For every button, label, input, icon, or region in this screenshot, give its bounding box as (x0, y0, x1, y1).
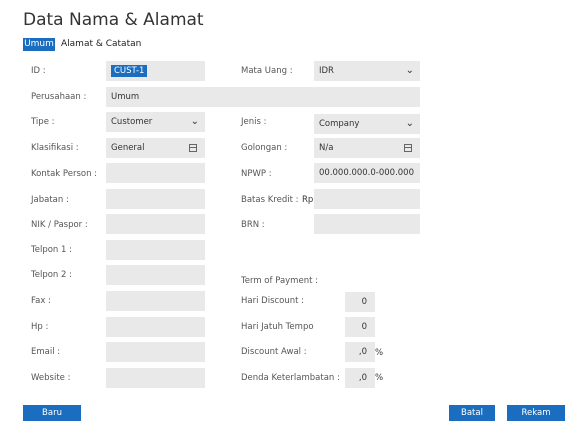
page-title: Data Nama & Alamat (23, 10, 204, 30)
golongan-field[interactable]: N/a (314, 138, 420, 158)
mata-uang-value: IDR (319, 66, 334, 76)
batas-kredit-currency: Rp (302, 195, 314, 205)
perusahaan-field[interactable]: Umum (106, 87, 420, 107)
id-field[interactable]: CUST-1 (106, 61, 205, 81)
rekam-button[interactable]: Rekam (507, 405, 565, 421)
telpon1-field[interactable] (106, 240, 205, 260)
klasifikasi-value: General (111, 143, 145, 153)
email-field[interactable] (106, 342, 205, 362)
jabatan-field[interactable] (106, 189, 205, 209)
hp-label: Hp : (31, 322, 49, 332)
list-lookup-icon[interactable] (189, 144, 197, 152)
telpon1-label: Telpon 1 : (31, 245, 72, 255)
denda-keterlambatan-label: Denda Keterlambatan : (241, 373, 340, 383)
golongan-label: Golongan : (241, 143, 288, 153)
hari-discount-label: Hari Discount : (241, 296, 305, 306)
brn-field[interactable] (314, 214, 420, 234)
discount-awal-label: Discount Awal : (241, 347, 307, 357)
tipe-value: Customer (111, 117, 153, 127)
jenis-select[interactable]: Company ⌄ (314, 114, 420, 134)
batas-kredit-label: Batas Kredit : (241, 195, 299, 205)
tab-umum[interactable]: Umum (23, 38, 55, 51)
denda-percent: % (375, 373, 384, 383)
batal-button[interactable]: Batal (449, 405, 495, 421)
fax-label: Fax : (31, 296, 51, 306)
chevron-down-icon: ⌄ (190, 116, 199, 127)
nik-paspor-label: NIK / Paspor : (31, 220, 88, 230)
jenis-label: Jenis : (241, 117, 267, 127)
nik-paspor-field[interactable] (106, 214, 205, 234)
telpon2-label: Telpon 2 : (31, 270, 72, 280)
discount-awal-percent: % (375, 348, 384, 358)
jenis-value: Company (319, 119, 360, 129)
kontak-person-field[interactable] (106, 163, 205, 183)
tipe-label: Tipe : (31, 117, 55, 127)
term-of-payment-label: Term of Payment : (241, 276, 318, 286)
npwp-label: NPWP : (241, 169, 272, 179)
batas-kredit-field[interactable] (314, 189, 420, 209)
klasifikasi-label: Klasifikasi : (31, 143, 79, 153)
golongan-value: N/a (319, 143, 334, 153)
klasifikasi-field[interactable]: General (106, 138, 205, 158)
mata-uang-select[interactable]: IDR ⌄ (314, 61, 420, 81)
fax-field[interactable] (106, 291, 205, 311)
id-value: CUST-1 (111, 65, 148, 77)
perusahaan-label: Perusahaan : (31, 92, 87, 102)
hp-field[interactable] (106, 317, 205, 337)
telpon2-field[interactable] (106, 265, 205, 285)
mata-uang-label: Mata Uang : (241, 66, 293, 76)
hari-discount-field[interactable]: 0 (345, 292, 375, 312)
hari-jatuh-tempo-field[interactable]: 0 (345, 317, 375, 337)
tab-alamat-catatan[interactable]: Alamat & Catatan (61, 38, 141, 51)
chevron-down-icon: ⌄ (405, 118, 414, 129)
baru-button[interactable]: Baru (23, 405, 81, 421)
jabatan-label: Jabatan : (31, 195, 69, 205)
denda-keterlambatan-field[interactable]: ,0 (345, 368, 375, 388)
npwp-field[interactable]: 00.000.000.0-000.000 (314, 163, 420, 183)
kontak-person-label: Kontak Person : (31, 169, 98, 179)
id-label: ID : (31, 66, 46, 76)
hari-jatuh-tempo-label: Hari Jatuh Tempo (241, 322, 314, 332)
discount-awal-field[interactable]: ,0 (345, 342, 375, 362)
tipe-select[interactable]: Customer ⌄ (106, 112, 205, 132)
list-lookup-icon[interactable] (404, 144, 412, 152)
chevron-down-icon: ⌄ (405, 65, 414, 76)
brn-label: BRN : (241, 220, 265, 230)
website-label: Website : (31, 373, 71, 383)
email-label: Email : (31, 347, 61, 357)
website-field[interactable] (106, 368, 205, 388)
